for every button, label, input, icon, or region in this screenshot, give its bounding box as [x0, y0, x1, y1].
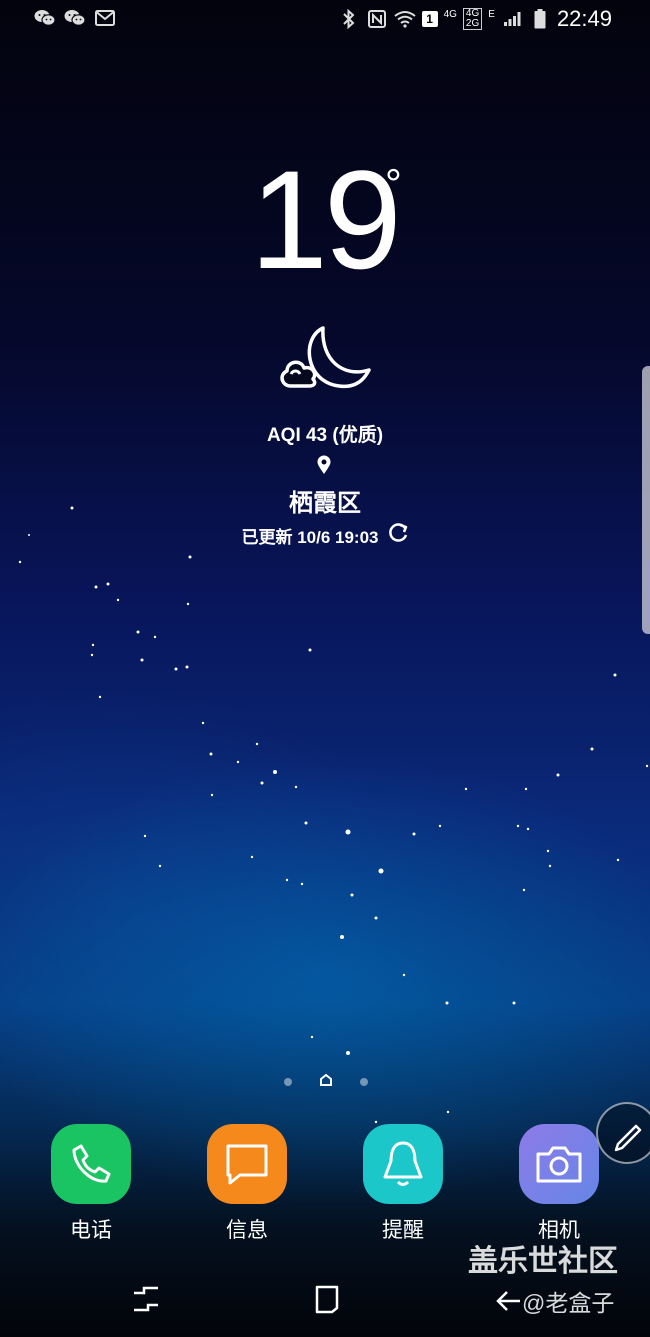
network-type-e: E — [488, 9, 495, 20]
degree-symbol: ° — [385, 160, 402, 207]
app-phone[interactable]: 电话 — [36, 1124, 146, 1244]
network-type-4g: 4G — [443, 9, 457, 20]
pen-icon — [614, 1124, 642, 1152]
wechat-icon — [34, 8, 56, 28]
refresh-icon[interactable] — [387, 522, 409, 549]
temperature: 19 — [250, 141, 402, 298]
page-dot[interactable] — [284, 1078, 292, 1086]
home-page-indicator-icon[interactable] — [320, 1073, 332, 1091]
bluetooth-icon — [338, 9, 360, 29]
floating-pen-button[interactable] — [596, 1102, 650, 1164]
app-label: 提醒 — [382, 1219, 424, 1242]
location-name: 栖霞区 — [289, 490, 361, 517]
page-dot[interactable] — [360, 1078, 368, 1086]
moon-cloud-icon — [277, 324, 373, 401]
status-bar: 1 4G 4G 2G E 22:49 — [0, 0, 650, 38]
battery-icon — [529, 9, 551, 29]
nfc-icon — [366, 9, 388, 29]
message-icon[interactable] — [207, 1124, 287, 1204]
wechat-icon — [64, 8, 86, 28]
notification-icons — [34, 8, 116, 28]
app-label: 信息 — [226, 1219, 268, 1242]
recent-apps-icon[interactable] — [132, 1284, 160, 1319]
app-messages[interactable]: 信息 — [192, 1124, 302, 1244]
watermark-author: @老盒子 — [522, 1290, 615, 1316]
watermark-community: 盖乐世社区 — [468, 1245, 618, 1278]
camera-icon[interactable] — [519, 1124, 599, 1204]
mail-icon — [94, 8, 116, 28]
sim1-badge: 1 — [421, 11, 438, 27]
home-icon[interactable] — [313, 1284, 341, 1319]
phone-icon[interactable] — [51, 1124, 131, 1204]
signal-icon — [501, 9, 523, 29]
edge-panel-handle[interactable] — [642, 366, 650, 634]
aqi-label: AQI 43 (优质) — [266, 425, 384, 446]
status-clock: 22:49 — [556, 6, 612, 31]
location-pin-icon — [316, 455, 332, 480]
update-row: 已更新 10/6 19:03 — [0, 522, 650, 549]
app-label: 电话 — [70, 1219, 112, 1242]
page-indicator — [284, 1073, 368, 1091]
back-icon[interactable] — [494, 1284, 524, 1319]
update-time: 已更新 10/6 19:03 — [241, 528, 379, 547]
wifi-icon — [393, 9, 416, 29]
app-reminder[interactable]: 提醒 — [348, 1124, 458, 1244]
bell-icon[interactable] — [363, 1124, 443, 1204]
system-status-icons: 1 4G 4G 2G E 22:49 — [338, 6, 612, 32]
network-type-4g-2g: 4G 2G — [462, 8, 483, 30]
